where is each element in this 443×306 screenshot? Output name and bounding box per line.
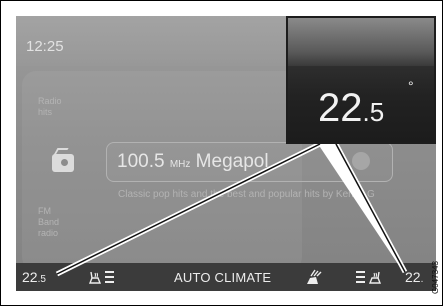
callout-temp: 22.5 [318,88,384,132]
callout-temp-decimal: .5 [362,97,385,127]
temperature-callout: 22.5 ° [286,16,436,144]
figure-code-text: G047343 [431,261,440,294]
callout-temp-whole: 22 [318,86,363,130]
callout-header [288,18,434,66]
degree-symbol: ° [408,78,414,94]
figure-code: G047343 [431,258,441,294]
